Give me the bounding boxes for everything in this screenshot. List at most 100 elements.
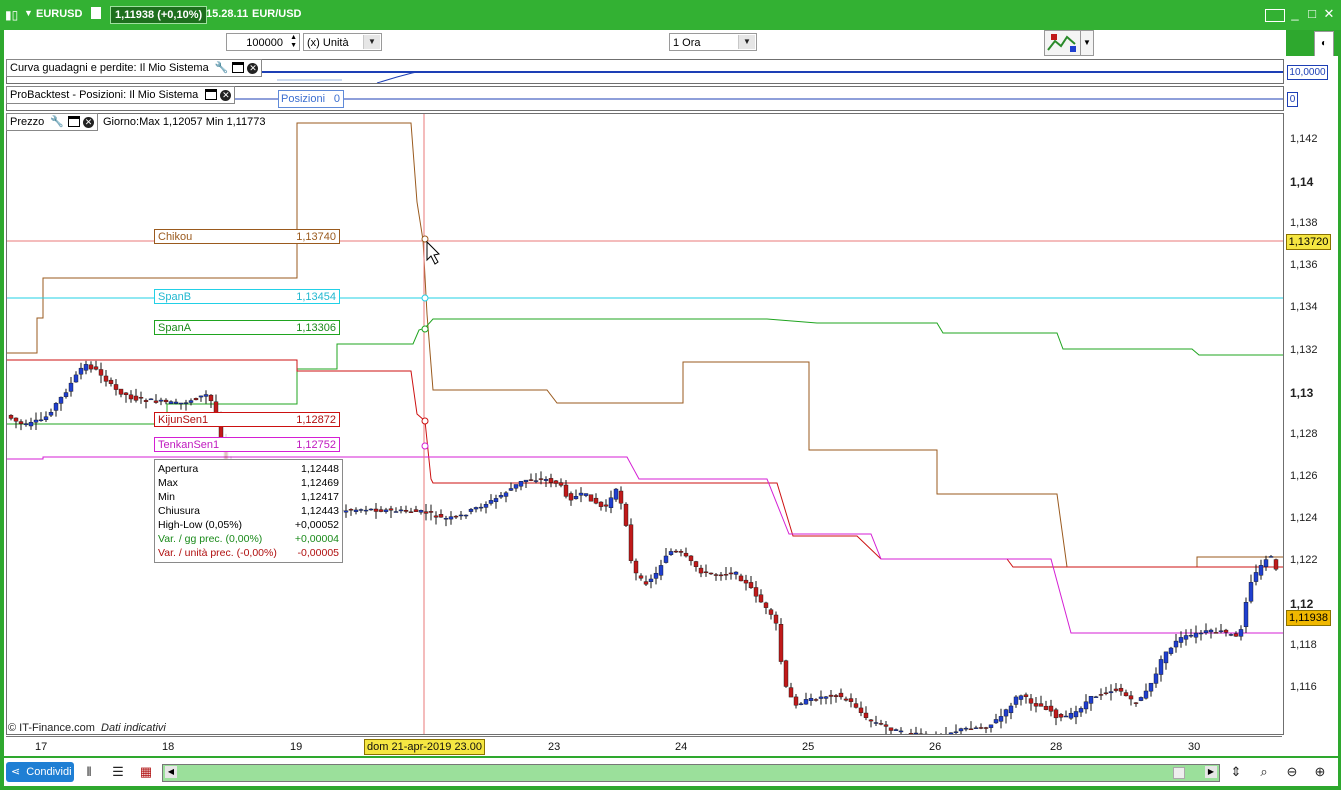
- candle-up: [1268, 556, 1274, 558]
- candle-info-box: Apertura 1,12448 Max 1,12469 Min 1,12417 Ch…: [154, 459, 343, 563]
- zoom-out-icon[interactable]: ⊖: [1282, 763, 1302, 781]
- list-icon[interactable]: [91, 7, 101, 19]
- indicator-label-chikou[interactable]: Chikou 1,13740: [154, 229, 340, 244]
- scroll-right-icon[interactable]: ▶: [1205, 766, 1217, 778]
- candle-down: [673, 550, 679, 553]
- chevron-down-icon[interactable]: ▼: [363, 35, 380, 49]
- date-axis[interactable]: [6, 736, 1282, 757]
- candle-down: [548, 478, 554, 483]
- candle-up: [1108, 691, 1114, 694]
- info-row: Max 1,12469: [158, 476, 339, 490]
- positions-tag-label: Posizioni: [281, 93, 326, 105]
- candle-down: [563, 484, 569, 497]
- close-icon[interactable]: ✕: [247, 62, 259, 74]
- candle-down: [888, 727, 894, 731]
- candle-down: [758, 594, 764, 603]
- candle-up: [493, 498, 499, 503]
- chart-type-button[interactable]: [1044, 30, 1082, 56]
- zoom-fit-icon[interactable]: ⌕: [1254, 763, 1274, 781]
- chevron-down-icon[interactable]: ▼: [738, 35, 755, 49]
- chevron-down-icon[interactable]: ▼: [24, 8, 33, 18]
- auto-scale-icon[interactable]: ⇕: [1226, 763, 1246, 781]
- zoom-in-icon[interactable]: ⊕: [1310, 763, 1330, 781]
- quantity-stepper[interactable]: 100000 ▲ ▼: [226, 33, 300, 51]
- candle-down: [163, 399, 169, 403]
- price-panel-title[interactable]: Prezzo 🔧 ✕: [6, 113, 99, 131]
- candle-up: [1158, 659, 1164, 675]
- stepper-arrows-icon[interactable]: ▲ ▼: [290, 34, 297, 50]
- candle-up: [963, 727, 969, 730]
- wrench-icon[interactable]: 🔧: [50, 116, 64, 128]
- candle-up: [948, 732, 954, 734]
- candle-down: [108, 379, 114, 384]
- equity-curve-panel[interactable]: Curva guadagni e perdite: Il Mio Sistema…: [6, 59, 1284, 84]
- candle-up: [1238, 629, 1244, 637]
- candle-down: [1053, 709, 1059, 719]
- candle-down: [598, 501, 604, 507]
- window-icon[interactable]: [232, 61, 245, 73]
- chart-type-dropdown[interactable]: ▼: [1080, 30, 1094, 56]
- list-icon[interactable]: ☰: [108, 763, 128, 781]
- candle-down: [978, 727, 984, 729]
- candle-down: [773, 614, 779, 624]
- info-row: Apertura 1,12448: [158, 462, 339, 476]
- indicator-label-kijunsen[interactable]: KijunSen1 1,12872: [154, 412, 340, 427]
- candle-up: [1093, 696, 1099, 698]
- candle-up: [158, 399, 164, 402]
- table-icon[interactable]: ▦: [136, 763, 156, 781]
- timeframe-select[interactable]: 1 Ora ▼: [669, 33, 757, 51]
- share-button[interactable]: ⋖ Condividi: [6, 762, 74, 782]
- candle-up: [808, 698, 814, 701]
- candle-up: [1248, 582, 1254, 602]
- horizontal-scrollbar[interactable]: ◀ ▶: [162, 764, 1220, 782]
- indicator-name: SpanA: [158, 322, 192, 334]
- candle-up: [523, 479, 529, 482]
- candle-up: [663, 555, 669, 563]
- info-label: Var. / gg prec. (0,00%): [158, 533, 263, 545]
- candle-down: [628, 524, 634, 561]
- indicator-label-spanb[interactable]: SpanB 1,13454: [154, 289, 340, 304]
- close-icon[interactable]: ✕: [220, 89, 232, 101]
- scrollbar-thumb[interactable]: [1173, 767, 1185, 779]
- window-icon[interactable]: [205, 88, 218, 100]
- candle-up: [1068, 712, 1074, 719]
- candle-down: [208, 394, 214, 402]
- scroll-left-icon[interactable]: ◀: [165, 766, 177, 778]
- minimize-button[interactable]: _: [1288, 7, 1302, 21]
- maximize-button[interactable]: □: [1305, 7, 1319, 21]
- side-panel-toggle-icon[interactable]: ◐: [1314, 31, 1334, 57]
- indicator-label-spana[interactable]: SpanA 1,13306: [154, 320, 340, 335]
- candle-down: [1273, 559, 1279, 570]
- equity-panel-title[interactable]: Curva guadagni e perdite: Il Mio Sistema…: [6, 59, 263, 77]
- wrench-icon[interactable]: 🔧: [215, 62, 229, 74]
- close-button[interactable]: ✕: [1322, 7, 1336, 21]
- mouse-pointer-icon: [426, 240, 441, 265]
- candle-up: [38, 419, 44, 422]
- candle-up: [183, 402, 189, 404]
- candle-down: [783, 660, 789, 687]
- candle-up: [993, 719, 999, 724]
- positions-panel-title-text: ProBacktest - Posizioni: Il Mio Sistema: [10, 89, 199, 101]
- price-tick-label: 1,12: [1290, 597, 1314, 611]
- indicator-label-tenkansen[interactable]: TenkanSen1 1,12752: [154, 437, 340, 452]
- keyboard-icon[interactable]: [1265, 9, 1285, 22]
- positions-panel[interactable]: ProBacktest - Posizioni: Il Mio Sistema …: [6, 86, 1284, 111]
- symbol-label[interactable]: EURUSD: [36, 8, 82, 20]
- unit-select[interactable]: (x) Unità ▼: [303, 33, 382, 51]
- close-icon[interactable]: ✕: [83, 116, 95, 128]
- window-icon[interactable]: [68, 115, 81, 127]
- candle-up: [463, 514, 469, 517]
- candle-down: [128, 394, 134, 400]
- indicator-name: Chikou: [158, 231, 193, 243]
- candle-up: [23, 423, 29, 426]
- positions-panel-title[interactable]: ProBacktest - Posizioni: Il Mio Sistema …: [6, 86, 236, 104]
- order-toolbar: 100000 ▲ ▼ (x) Unità ▼ 1 Ora ▼ ▼: [4, 30, 1286, 56]
- candle-down: [623, 503, 629, 526]
- candle-down: [528, 479, 534, 481]
- candle-up: [653, 572, 659, 579]
- unit-select-value: (x) Unità: [307, 37, 349, 49]
- candle-down: [1048, 705, 1054, 712]
- candle-down: [18, 421, 24, 425]
- info-row: Chiusura 1,12443: [158, 504, 339, 518]
- indicator-icon[interactable]: ǁ: [79, 763, 99, 781]
